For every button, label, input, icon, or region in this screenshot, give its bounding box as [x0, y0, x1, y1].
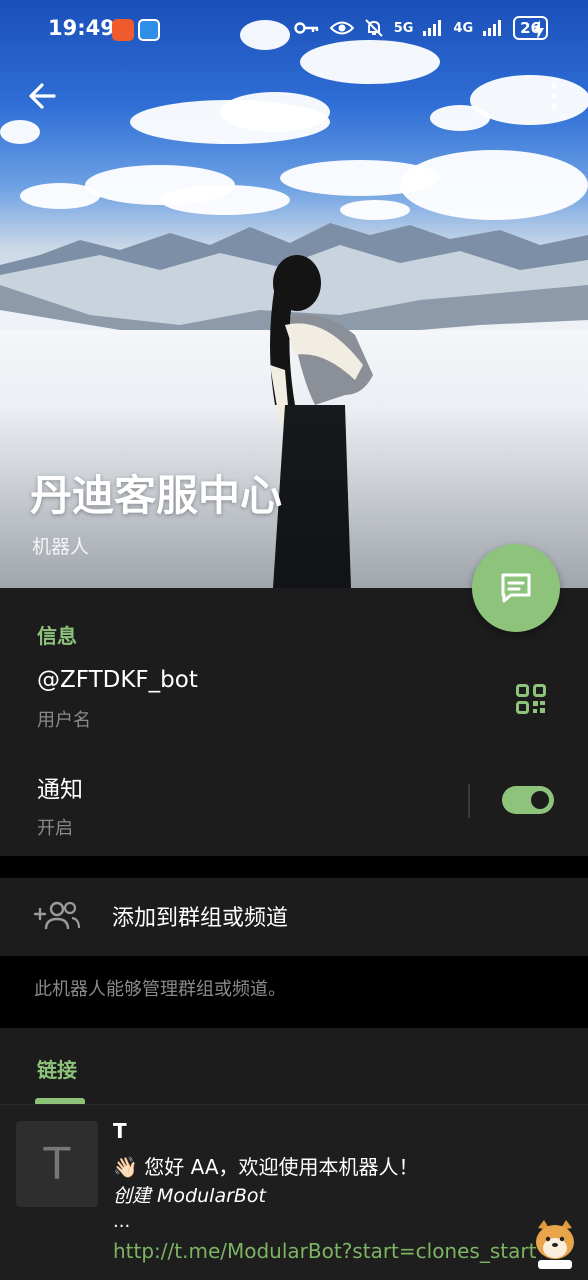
divider	[468, 784, 470, 818]
preview-line-1: 👋🏻 您好 AA，欢迎使用本机器人！	[113, 1155, 419, 1179]
info-header: 信息	[37, 624, 77, 648]
avatar: T	[16, 1121, 98, 1207]
add-hint-text: 此机器人能够管理群组或频道。	[34, 979, 286, 1000]
bell-mute-icon	[364, 19, 383, 37]
message-button[interactable]	[472, 544, 560, 632]
message-icon	[501, 573, 531, 603]
back-arrow-icon	[29, 83, 56, 109]
network-type-1: 5G	[393, 20, 414, 36]
profile-title: 丹迪客服中心	[30, 471, 283, 520]
key-icon	[293, 22, 318, 34]
qr-code-button[interactable]	[516, 684, 546, 714]
app-icon-1	[112, 19, 134, 41]
signal-icon	[423, 20, 442, 36]
app-icon-2	[138, 19, 160, 41]
eye-icon	[329, 21, 354, 35]
add-group-icon	[33, 901, 81, 930]
status-bar: 19:49 5G 4G 26	[0, 0, 588, 60]
charging-icon	[534, 20, 544, 40]
add-to-group-label: 添加到群组或频道	[112, 906, 289, 931]
qr-code-icon	[516, 684, 546, 714]
notification-label: 开启	[37, 818, 73, 839]
username-value: @ZFTDKF_bot	[37, 667, 198, 693]
message-preview[interactable]: T T 👋🏻 您好 AA，欢迎使用本机器人！ 创建 ModularBot ...…	[0, 1104, 588, 1280]
doge-sticker-icon	[536, 1220, 574, 1269]
network-type-2: 4G	[453, 20, 474, 36]
status-time: 19:49	[48, 16, 115, 40]
profile-subtitle: 机器人	[32, 536, 90, 558]
more-options-button[interactable]	[548, 80, 560, 114]
notification-value: 通知	[37, 777, 83, 803]
preview-line-2: 创建 ModularBot	[113, 1185, 267, 1207]
preview-line-3: ...	[113, 1211, 131, 1232]
preview-link[interactable]: http://t.me/ModularBot?start=clones_star…	[113, 1239, 536, 1263]
add-to-group-row[interactable]: 添加到群组或频道	[0, 878, 588, 956]
back-button[interactable]	[22, 76, 62, 116]
username-label: 用户名	[37, 710, 91, 731]
preview-sender: T	[113, 1119, 127, 1143]
links-header: 链接	[37, 1058, 77, 1082]
notification-toggle[interactable]	[502, 786, 554, 814]
more-vert-icon	[551, 83, 557, 109]
signal-icon	[483, 20, 502, 36]
